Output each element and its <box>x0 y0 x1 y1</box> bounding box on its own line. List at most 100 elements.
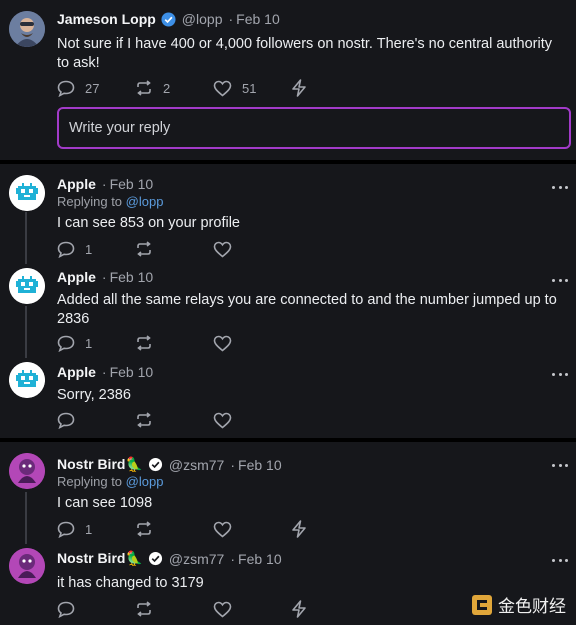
post-header: Apple · Feb 10 <box>57 269 153 285</box>
jinse-logo-icon <box>472 594 492 615</box>
separator-dot: · <box>228 11 234 27</box>
lopp-avatar[interactable] <box>9 11 45 47</box>
separator-dot: · <box>101 176 107 192</box>
lightning-icon <box>292 520 306 538</box>
lightning-icon <box>292 79 306 97</box>
post-header: Jameson Lopp @lopp · Feb 10 <box>57 11 280 27</box>
reply-icon <box>57 521 75 538</box>
replying-to-handle[interactable]: @lopp <box>126 474 164 489</box>
lightning-icon <box>292 600 306 618</box>
post-actions: 1 <box>57 520 307 538</box>
more-options-icon[interactable] <box>552 559 568 565</box>
reply-icon <box>57 241 75 258</box>
repost-icon <box>137 241 151 257</box>
post-date[interactable]: Feb 10 <box>238 551 282 567</box>
like-button[interactable] <box>213 335 232 352</box>
reply-button[interactable] <box>57 412 135 429</box>
like-button[interactable] <box>213 521 291 538</box>
author-name[interactable]: Jameson Lopp <box>57 11 156 27</box>
author-name[interactable]: Apple <box>57 364 96 380</box>
apple-avatar[interactable] <box>9 175 45 211</box>
repost-button[interactable] <box>135 411 213 429</box>
replying-label: Replying to <box>57 474 123 489</box>
author-handle[interactable]: @zsm77 <box>169 551 224 567</box>
replying-to: Replying to @lopp <box>57 194 163 209</box>
watermark-text: 金色财经 <box>498 597 566 616</box>
repost-button[interactable] <box>135 240 213 258</box>
repost-icon <box>137 601 151 617</box>
post-date[interactable]: Feb 10 <box>110 269 154 285</box>
separator-dot: · <box>230 550 236 567</box>
repost-button[interactable] <box>135 600 213 618</box>
reply-input[interactable]: Write your reply <box>57 107 571 149</box>
post-date[interactable]: Feb 10 <box>236 11 280 27</box>
replying-to-handle[interactable]: @lopp <box>126 194 164 209</box>
user-avatar-icon <box>9 11 45 47</box>
heart-icon <box>213 80 232 97</box>
like-button[interactable] <box>213 601 291 618</box>
apple-avatar[interactable] <box>9 362 45 398</box>
zap-button[interactable] <box>291 79 307 97</box>
more-options-icon[interactable] <box>552 373 568 379</box>
apple-avatar[interactable] <box>9 268 45 304</box>
reply-button[interactable]: 27 <box>57 80 135 97</box>
verified-badge-icon <box>161 11 176 27</box>
author-name[interactable]: Nostr Bird🦜 <box>57 456 143 473</box>
reply-count: 1 <box>85 521 93 537</box>
reply-post[interactable]: Apple · Feb 10 Replying to @lopp I can s… <box>0 164 576 258</box>
post-header: Nostr Bird🦜 @zsm77 · Feb 10 <box>57 456 282 473</box>
zap-button[interactable] <box>291 520 307 538</box>
repost-count: 2 <box>163 80 171 96</box>
like-button[interactable] <box>213 241 232 258</box>
reply-post[interactable]: Apple · Feb 10 Sorry, 2386 <box>0 352 576 436</box>
zap-button[interactable] <box>291 600 307 618</box>
more-options-icon[interactable] <box>552 279 568 285</box>
more-options-icon[interactable] <box>552 464 568 470</box>
reply-post[interactable]: Apple · Feb 10 Added all the same relays… <box>0 258 576 352</box>
author-handle[interactable]: @lopp <box>182 11 223 27</box>
watermark: 金色财经 <box>471 592 566 617</box>
repost-button[interactable]: 2 <box>135 79 213 97</box>
separator-dot: · <box>101 364 107 380</box>
repost-button[interactable] <box>135 334 213 352</box>
post-text: Added all the same relays you are connec… <box>57 292 557 327</box>
bird-avatar[interactable] <box>9 453 45 489</box>
post-actions <box>57 600 307 618</box>
like-count: 51 <box>242 80 257 96</box>
repost-icon <box>137 521 151 537</box>
bird-avatar[interactable] <box>9 548 45 584</box>
reply-post[interactable]: Nostr Bird🦜 @zsm77 · Feb 10 Replying to … <box>0 442 576 542</box>
post-header: Nostr Bird🦜 @zsm77 · Feb 10 <box>57 550 282 567</box>
author-name[interactable]: Apple <box>57 176 96 192</box>
post-header: Apple · Feb 10 <box>57 364 153 380</box>
robot-avatar-icon <box>9 268 45 304</box>
verified-badge-icon <box>148 551 162 566</box>
reply-icon <box>57 80 75 97</box>
post-actions <box>57 411 232 429</box>
post-text: it has changed to 3179 <box>57 575 204 591</box>
replying-label: Replying to <box>57 194 123 209</box>
reply-button[interactable]: 1 <box>57 241 135 258</box>
repost-button[interactable] <box>135 520 213 538</box>
post-actions: 1 <box>57 334 232 352</box>
author-name[interactable]: Apple <box>57 269 96 285</box>
like-button[interactable] <box>213 412 232 429</box>
reply-icon <box>57 601 75 618</box>
post-date[interactable]: Feb 10 <box>110 176 154 192</box>
reply-count: 27 <box>85 80 100 96</box>
reply-button[interactable]: 1 <box>57 521 135 538</box>
author-handle[interactable]: @zsm77 <box>169 457 224 473</box>
robot-avatar-icon <box>9 362 45 398</box>
verified-badge-icon <box>148 457 162 472</box>
reply-button[interactable]: 1 <box>57 335 135 352</box>
more-options-icon[interactable] <box>552 186 568 192</box>
post-date[interactable]: Feb 10 <box>110 364 154 380</box>
author-name[interactable]: Nostr Bird🦜 <box>57 550 143 567</box>
reply-button[interactable] <box>57 601 135 618</box>
like-button[interactable]: 51 <box>213 80 291 97</box>
replying-to: Replying to @lopp <box>57 474 163 489</box>
heart-icon <box>213 601 232 618</box>
post-date[interactable]: Feb 10 <box>238 457 282 473</box>
main-post[interactable]: Jameson Lopp @lopp · Feb 10 Not sure if … <box>0 0 576 160</box>
separator-dot: · <box>101 269 107 285</box>
